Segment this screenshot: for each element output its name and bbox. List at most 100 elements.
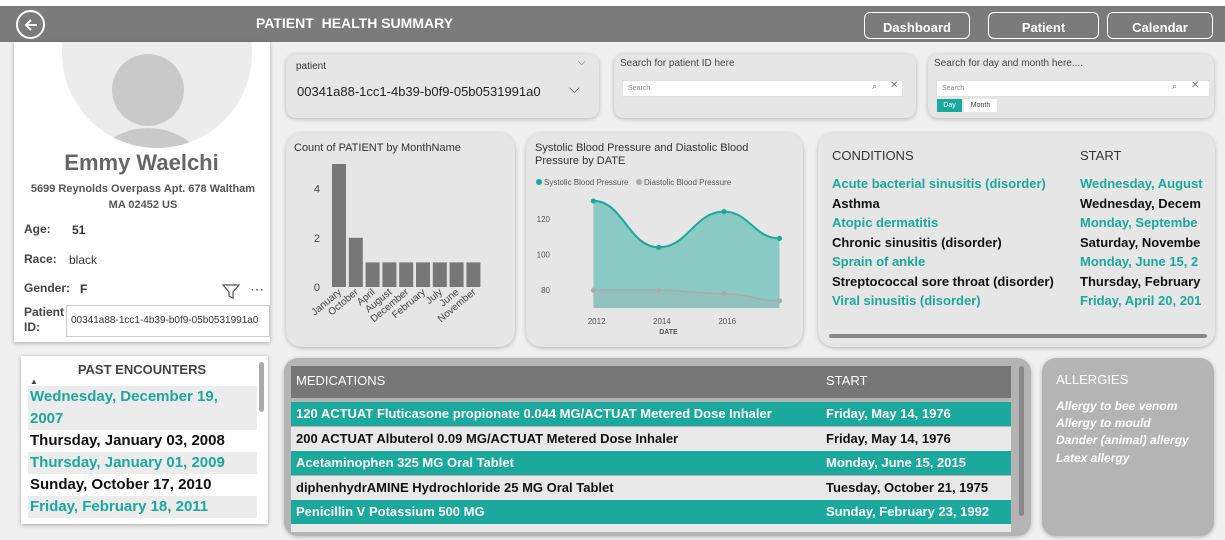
medications-start-header[interactable]: START xyxy=(826,373,867,388)
bar[interactable] xyxy=(416,262,430,287)
medication-start-date: Sunday, February 23, 1992 xyxy=(826,504,990,519)
x-tick-label: 2012 xyxy=(588,317,606,326)
medication-name: 200 ACTUAT Albuterol 0.09 MG/ACTUAT Mete… xyxy=(296,430,679,446)
conditions-h-scrollbar[interactable] xyxy=(829,334,1207,338)
dropdown-chevron-icon[interactable]: ⌵ xyxy=(569,80,580,97)
patient-dropdown-value[interactable]: 00341a88-1cc1-4b39-b0f9-05b0531991a0 xyxy=(297,84,541,99)
medication-row[interactable]: diphenhydrAMINE Hydrochloride 25 MG Oral… xyxy=(291,475,1011,500)
bar[interactable] xyxy=(466,262,481,287)
clear-icon[interactable]: ✕ xyxy=(1191,80,1199,91)
encounter-item[interactable]: Friday, February 18, 2011 xyxy=(28,496,257,518)
condition-start-date[interactable]: Saturday, Novembe xyxy=(1080,235,1212,250)
data-point[interactable] xyxy=(590,198,596,204)
bar[interactable] xyxy=(365,262,380,287)
conditions-start-header[interactable]: START xyxy=(1080,148,1121,163)
bar[interactable] xyxy=(432,262,447,287)
bar[interactable] xyxy=(382,262,397,287)
medications-scrollbar[interactable] xyxy=(1019,366,1024,516)
condition-name[interactable]: Asthma xyxy=(832,196,880,211)
condition-name[interactable]: Viral sinusitis (disorder) xyxy=(832,293,981,308)
age-label: Age: xyxy=(24,222,51,236)
condition-name[interactable]: Streptococcal sore throat (disorder) xyxy=(832,274,1054,289)
data-point[interactable] xyxy=(656,287,662,293)
medication-start-date: Monday, June 15, 2015 xyxy=(826,455,966,470)
bar[interactable] xyxy=(399,262,414,287)
age-value: 51 xyxy=(72,223,86,237)
y-tick-label: 4 xyxy=(314,184,320,196)
data-point[interactable] xyxy=(776,235,783,241)
calendar-button[interactable]: Calendar xyxy=(1107,12,1213,39)
race-value: black xyxy=(69,253,98,267)
day-month-search-input[interactable]: Search xyxy=(936,80,1210,97)
condition-name[interactable]: Chronic sinusitis (disorder) xyxy=(832,235,1002,250)
patient-id-search-label: Search for patient ID here xyxy=(620,58,735,69)
medications-header-row: MEDICATIONS START xyxy=(291,366,1011,398)
gender-label: Gender: xyxy=(24,281,71,295)
more-options-icon[interactable]: ⋯ xyxy=(250,281,265,298)
x-axis-label: DATE xyxy=(659,329,678,336)
search-icon[interactable]: ⌕ xyxy=(1172,81,1177,92)
legend-label[interactable]: Diastolic Blood Pressure xyxy=(644,178,732,187)
encounter-item[interactable]: Sunday, October 17, 2010 xyxy=(28,474,257,496)
page-title: PATIENT HEALTH SUMMARY xyxy=(256,15,454,31)
medication-row[interactable]: Penicillin V Potassium 500 MG Sunday, Feb… xyxy=(291,500,1011,524)
patient-id-search-input[interactable]: Search xyxy=(622,80,903,97)
legend-label[interactable]: Systolic Blood Pressure xyxy=(544,178,629,187)
conditions-header[interactable]: CONDITIONS xyxy=(832,148,914,163)
medications-header[interactable]: MEDICATIONS xyxy=(296,373,385,388)
chevron-down-icon[interactable]: ⌵ xyxy=(578,57,586,68)
medication-name: Penicillin V Potassium 500 MG xyxy=(296,504,485,519)
past-encounters-title: PAST ENCOUNTERS xyxy=(77,362,207,377)
filter-icon[interactable] xyxy=(222,284,240,300)
patient-slicer-label: patient xyxy=(296,61,327,72)
avatar xyxy=(62,42,252,148)
patient-name: Emmy Waelchi xyxy=(64,150,219,175)
bar[interactable] xyxy=(332,164,346,287)
patient-button[interactable]: Patient xyxy=(988,12,1099,39)
allergy-item: Allergy to bee venom xyxy=(1056,399,1178,413)
encounters-scrollbar[interactable] xyxy=(259,362,264,412)
medication-name: diphenhydrAMINE Hydrochloride 25 MG Oral… xyxy=(296,479,614,495)
encounter-item[interactable]: Thursday, January 01, 2009 xyxy=(28,452,257,474)
condition-name[interactable]: Acute bacterial sinusitis (disorder) xyxy=(832,176,1046,191)
allergy-item: Allergy to mould xyxy=(1056,416,1151,430)
gender-value: F xyxy=(80,282,88,296)
medication-start-date: Friday, May 14, 1976 xyxy=(826,406,951,421)
condition-start-date[interactable]: Wednesday, Decem xyxy=(1080,196,1212,211)
search-icon[interactable]: ⌕ xyxy=(872,81,877,92)
medication-row[interactable]: 200 ACTUAT Albuterol 0.09 MG/ACTUAT Mete… xyxy=(291,426,1011,451)
x-tick-label: 2014 xyxy=(653,317,671,326)
condition-start-date[interactable]: Friday, April 20, 201 xyxy=(1080,293,1212,308)
y-tick-label: 80 xyxy=(541,286,550,295)
data-point[interactable] xyxy=(590,287,596,293)
bar[interactable] xyxy=(449,262,464,287)
medication-row[interactable]: Acetaminophen 325 MG Oral Tablet Monday, … xyxy=(291,451,1011,475)
data-point[interactable] xyxy=(656,244,662,250)
encounter-item[interactable]: Wednesday, December 19, 2007 xyxy=(28,386,257,430)
data-point[interactable] xyxy=(721,209,727,215)
condition-start-date[interactable]: Wednesday, August xyxy=(1080,176,1212,191)
condition-start-date[interactable]: Monday, Septembe xyxy=(1080,215,1212,230)
dashboard-button[interactable]: Dashboard xyxy=(864,12,970,39)
legend-marker xyxy=(536,179,542,185)
allergies-title: ALLERGIES xyxy=(1056,372,1129,387)
encounter-item[interactable]: Thursday, January 03, 2008 xyxy=(28,430,257,452)
condition-name[interactable]: Sprain of ankle xyxy=(832,254,925,269)
sort-up-icon[interactable]: ▲ xyxy=(30,377,38,386)
allergy-item: Latex allergy xyxy=(1056,451,1130,465)
allergy-item: Dander (animal) allergy xyxy=(1056,433,1189,447)
condition-start-date[interactable]: Thursday, February xyxy=(1080,274,1212,289)
clear-icon[interactable]: ✕ xyxy=(890,80,898,91)
medication-start-date: Tuesday, October 21, 1975 xyxy=(826,479,989,495)
month-toggle[interactable]: Month xyxy=(964,99,997,112)
condition-name[interactable]: Atopic dermatitis xyxy=(832,215,938,230)
legend-marker xyxy=(636,179,642,185)
condition-start-date[interactable]: Monday, June 15, 2 xyxy=(1080,254,1212,269)
data-point[interactable] xyxy=(776,298,783,304)
data-point[interactable] xyxy=(721,291,727,297)
day-toggle[interactable]: Day xyxy=(937,99,962,112)
medication-row[interactable]: 120 ACTUAT Fluticasone propionate 0.044 … xyxy=(291,402,1011,426)
back-button[interactable] xyxy=(16,10,45,39)
bar[interactable] xyxy=(348,237,363,287)
y-tick-label: 100 xyxy=(537,250,551,259)
